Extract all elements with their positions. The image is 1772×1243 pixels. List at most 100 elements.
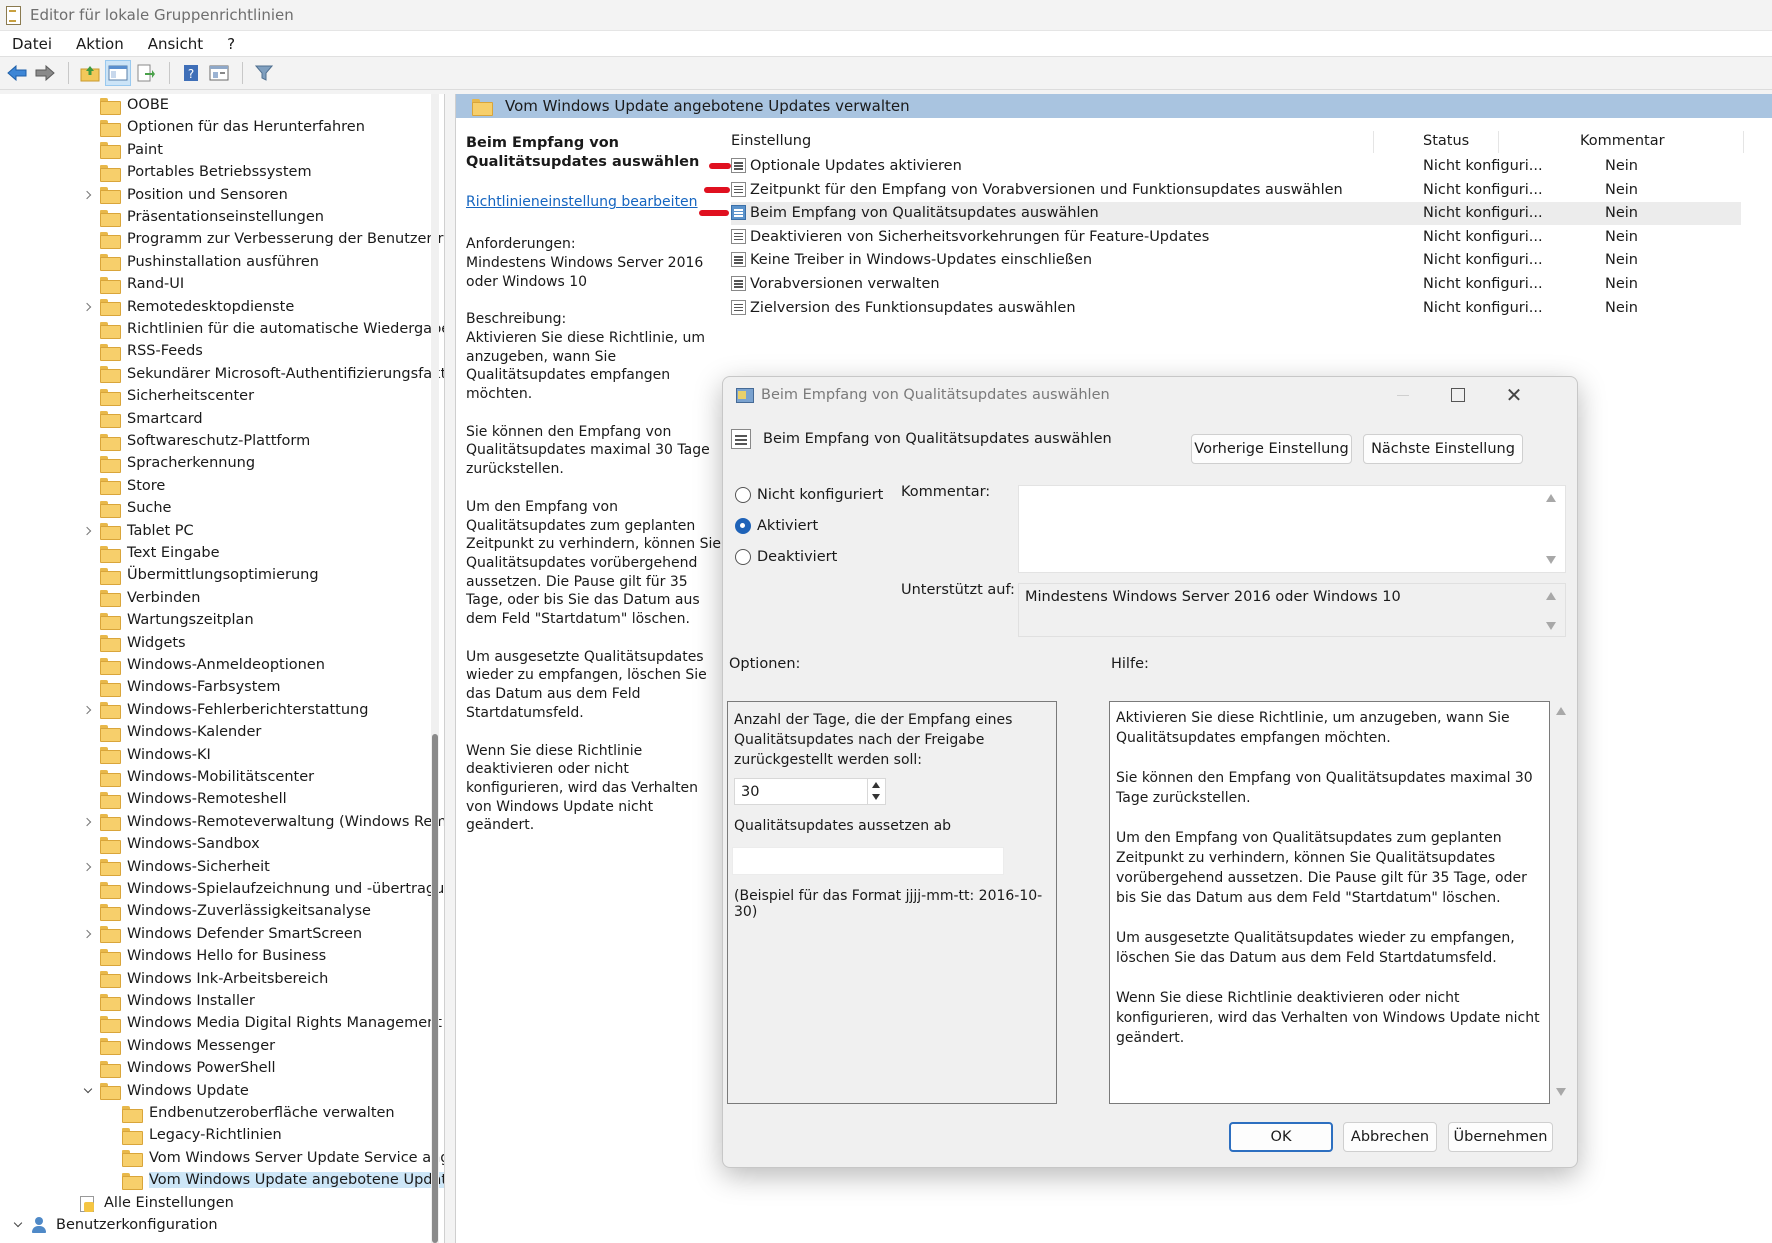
properties-icon[interactable]	[206, 60, 232, 86]
tree-item[interactable]: Remotedesktopdienste	[82, 296, 294, 318]
column-header-setting[interactable]: Einstellung	[731, 133, 811, 149]
tree-item[interactable]: Softwareschutz-Plattform	[82, 430, 310, 452]
tree-item[interactable]: Wartungszeitplan	[82, 609, 254, 631]
ok-button[interactable]: OK	[1229, 1122, 1333, 1152]
column-divider[interactable]	[1743, 131, 1744, 153]
scroll-up-icon[interactable]	[1543, 590, 1559, 602]
tree-item[interactable]: Windows-Zuverlässigkeitsanalyse	[82, 900, 371, 922]
radio-button[interactable]	[735, 518, 751, 534]
chevron-down-icon[interactable]	[12, 1219, 24, 1231]
tree-item[interactable]: Text Eingabe	[82, 542, 220, 564]
tree-item[interactable]: Benutzerkonfiguration	[12, 1214, 218, 1236]
table-row[interactable]: Beim Empfang von Qualitätsupdates auswäh…	[699, 202, 1741, 226]
column-header-comment[interactable]: Kommentar	[1580, 133, 1665, 149]
scroll-down-icon[interactable]	[1543, 554, 1559, 566]
tree-scrollbar[interactable]	[431, 94, 439, 1243]
state-radio-option[interactable]: Nicht konfiguriert	[735, 487, 883, 503]
filter-icon[interactable]	[251, 60, 277, 86]
up-folder-icon[interactable]	[77, 60, 103, 86]
table-row[interactable]: Zeitpunkt für den Empfang von Vorabversi…	[704, 179, 1741, 202]
column-divider[interactable]	[1373, 131, 1374, 153]
next-setting-button[interactable]: Nächste Einstellung	[1363, 434, 1523, 464]
comment-textarea[interactable]	[1018, 485, 1566, 573]
tree-item[interactable]: Windows-Kalender	[82, 721, 261, 743]
tree-item[interactable]: Übermittlungsoptimierung	[82, 564, 319, 586]
menu-aktion[interactable]: Aktion	[64, 35, 136, 53]
tree-item[interactable]: Verbinden	[82, 587, 200, 609]
tree-item[interactable]: Windows Installer	[82, 990, 255, 1012]
chevron-right-icon[interactable]	[82, 301, 94, 313]
tree-item[interactable]: Rand-UI	[82, 273, 184, 295]
chevron-right-icon[interactable]	[82, 816, 94, 828]
tree-item[interactable]: Programm zur Verbesserung der Benutzerfr…	[82, 228, 444, 250]
tree-item[interactable]: Portables Betriebssystem	[82, 161, 312, 183]
maximize-icon[interactable]	[1435, 377, 1481, 413]
back-arrow-icon[interactable]	[4, 60, 30, 86]
tree-item[interactable]: Pushinstallation ausführen	[82, 251, 319, 273]
tree-item[interactable]: Richtlinien für die automatische Wiederg…	[82, 318, 444, 340]
minimize-icon[interactable]	[1380, 377, 1426, 413]
tree-item[interactable]: Widgets	[82, 632, 186, 654]
days-deferral-spinbox[interactable]: 30	[734, 778, 886, 805]
tree-item[interactable]: Windows-Remoteshell	[82, 788, 287, 810]
tree-item[interactable]: Windows-KI	[82, 744, 211, 766]
tree-item[interactable]: Windows Hello for Business	[82, 945, 326, 967]
column-header-status[interactable]: Status	[1423, 133, 1469, 149]
tree-item[interactable]: Smartcard	[82, 408, 203, 430]
tree-item[interactable]: Präsentationseinstellungen	[82, 206, 324, 228]
show-hide-tree-icon[interactable]	[105, 60, 131, 86]
cancel-button[interactable]: Abbrechen	[1343, 1122, 1437, 1152]
scroll-down-icon[interactable]	[1543, 620, 1559, 632]
chevron-right-icon[interactable]	[82, 861, 94, 873]
tree-item[interactable]: Windows Update	[82, 1080, 249, 1102]
spin-buttons[interactable]	[867, 779, 885, 804]
tree-item[interactable]: Windows-Anmeldeoptionen	[82, 654, 325, 676]
radio-button[interactable]	[735, 487, 751, 503]
tree-item[interactable]: Optionen für das Herunterfahren	[82, 116, 365, 138]
tree-item[interactable]: OOBE	[82, 94, 169, 116]
table-row[interactable]: Optionale Updates aktivieren Nicht konfig…	[709, 155, 1741, 178]
tree-item[interactable]: Legacy-Richtlinien	[104, 1124, 282, 1146]
forward-arrow-icon[interactable]	[32, 60, 58, 86]
tree-item[interactable]: Vom Windows Update angebotene Update	[104, 1169, 444, 1191]
help-scrollbar[interactable]	[1553, 701, 1569, 1104]
tree-item[interactable]: Store	[82, 475, 165, 497]
scroll-up-icon[interactable]	[1553, 705, 1569, 717]
close-icon[interactable]: ✕	[1491, 377, 1537, 413]
pause-date-input[interactable]	[732, 847, 1004, 875]
state-radio-option[interactable]: Aktiviert	[735, 518, 818, 534]
help-icon[interactable]: ?	[178, 60, 204, 86]
tree-item[interactable]: Suche	[82, 497, 171, 519]
tree-item[interactable]: Windows-Mobilitätscenter	[82, 766, 314, 788]
tree-item[interactable]: Spracherkennung	[82, 452, 255, 474]
edit-policy-link[interactable]: Richtlinieneinstellung bearbeiten	[466, 193, 721, 212]
tree-item[interactable]: Windows Defender SmartScreen	[82, 923, 362, 945]
chevron-down-icon[interactable]	[82, 1085, 94, 1097]
chevron-right-icon[interactable]	[82, 189, 94, 201]
tree-item[interactable]: Windows-Spielaufzeichnung und -übertragu…	[82, 878, 444, 900]
menu-datei[interactable]: Datei	[0, 35, 64, 53]
menu-ansicht[interactable]: Ansicht	[136, 35, 215, 53]
tree-item[interactable]: Windows-Sandbox	[82, 833, 260, 855]
tree-item[interactable]: Tablet PC	[82, 520, 194, 542]
scroll-down-icon[interactable]	[1553, 1086, 1569, 1098]
table-row[interactable]: Deaktivieren von Sicherheitsvorkehrungen…	[731, 226, 1741, 249]
tree-scrollbar-thumb[interactable]	[432, 734, 438, 1243]
tree-item[interactable]: Paint	[82, 139, 163, 161]
table-row[interactable]: Vorabversionen verwalten Nicht konfiguri.…	[731, 273, 1741, 296]
state-radio-option[interactable]: Deaktiviert	[735, 549, 837, 565]
tree-item[interactable]: Vom Windows Server Update Service angeb	[104, 1147, 444, 1169]
tree-item[interactable]: Endbenutzeroberfläche verwalten	[104, 1102, 395, 1124]
tree-item[interactable]: Windows-Farbsystem	[82, 676, 280, 698]
chevron-right-icon[interactable]	[82, 704, 94, 716]
tree-item[interactable]: Windows-Remoteverwaltung (Windows Remot	[82, 811, 444, 833]
tree-item[interactable]: Sekundärer Microsoft-Authentifizierungsf…	[82, 363, 444, 385]
scroll-up-icon[interactable]	[1543, 492, 1559, 504]
table-row[interactable]: Zielversion des Funktionsupdates auswähl…	[731, 297, 1741, 320]
table-row[interactable]: Keine Treiber in Windows-Updates einschl…	[731, 249, 1741, 272]
previous-setting-button[interactable]: Vorherige Einstellung	[1191, 434, 1352, 464]
tree-item[interactable]: Sicherheitscenter	[82, 385, 254, 407]
tree-item[interactable]: Windows-Sicherheit	[82, 856, 270, 878]
tree-item[interactable]: Windows PowerShell	[82, 1057, 276, 1079]
tree-item[interactable]: Position und Sensoren	[82, 184, 288, 206]
